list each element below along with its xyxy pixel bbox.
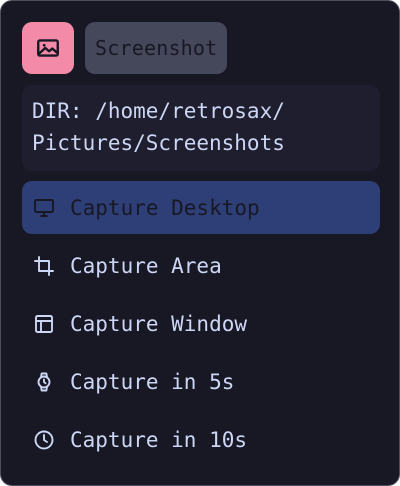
window-layout-icon: [32, 312, 56, 336]
menu-item-label: Capture Area: [70, 253, 222, 278]
screenshot-menu-panel: Screenshot DIR: /home/retrosax/ Pictures…: [0, 0, 400, 486]
menu-item-label: Capture Window: [70, 311, 248, 336]
capture-window-button[interactable]: Capture Window: [22, 297, 380, 350]
image-icon[interactable]: [22, 22, 74, 74]
crop-icon: [32, 254, 56, 278]
menu-item-label: Capture Desktop: [70, 195, 260, 220]
directory-path: DIR: /home/retrosax/ Pictures/Screenshot…: [22, 85, 380, 171]
capture-in-10s-button[interactable]: Capture in 10s: [22, 413, 380, 466]
clock-icon: [32, 428, 56, 452]
monitor-icon: [32, 196, 56, 220]
watch-icon: [32, 370, 56, 394]
capture-in-5s-button[interactable]: Capture in 5s: [22, 355, 380, 408]
capture-menu: Capture Desktop Capture Area Capture Win…: [22, 181, 380, 471]
menu-item-label: Capture in 10s: [70, 427, 248, 452]
app-title: Screenshot: [85, 22, 228, 74]
capture-desktop-button[interactable]: Capture Desktop: [22, 181, 380, 234]
capture-area-button[interactable]: Capture Area: [22, 239, 380, 292]
header: Screenshot: [22, 22, 228, 74]
menu-item-label: Capture in 5s: [70, 369, 235, 394]
